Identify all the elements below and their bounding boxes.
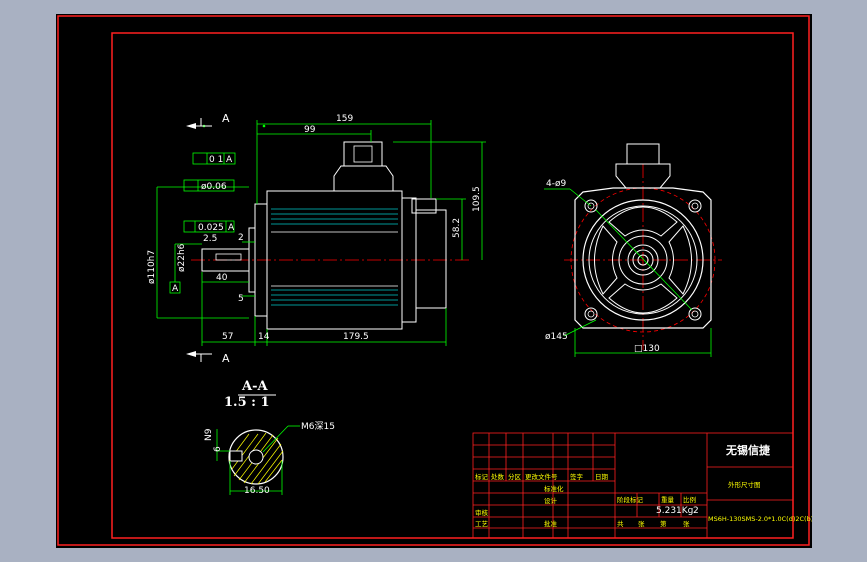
- section-scale: 1.5 : 1: [224, 395, 270, 410]
- mass-label: 重量: [661, 496, 675, 504]
- row-label-5: 日期: [595, 473, 609, 481]
- tol-runout: 0.025: [198, 223, 224, 233]
- weight-value: 5.231Kg: [656, 506, 693, 516]
- dim-57: 57: [222, 332, 233, 342]
- dim-2-5: 2.5: [203, 234, 217, 244]
- dim-109-5: 109.5: [472, 186, 482, 212]
- row-label-1: 处数: [491, 472, 505, 481]
- drawing-name: 外形尺寸图: [728, 480, 761, 489]
- dim-holes: 4-ø9: [546, 179, 566, 189]
- sheet-label: 张: [638, 519, 645, 528]
- section-thread: M6深15: [301, 421, 335, 432]
- tol-concentricity: ø0.06: [201, 182, 227, 192]
- design-label: 设计: [544, 496, 558, 505]
- section-dim-n: N9: [204, 428, 214, 441]
- section-letter-bottom: A: [222, 352, 230, 365]
- check-label: 审核: [475, 508, 489, 517]
- row-label-4: 签字: [570, 472, 584, 481]
- datum-a: A: [172, 284, 179, 294]
- model-code: MS6H-130SMS-2.0*1.0C(d)2C(b)-2.0kW-3000: [708, 515, 812, 523]
- sheet-num-suffix: 张: [683, 519, 690, 528]
- dim-5: 5: [238, 294, 244, 304]
- scale-value: 2: [693, 506, 699, 516]
- tol-datum-1: A: [226, 155, 233, 165]
- row-label-3: 更改文件号: [525, 472, 558, 481]
- standard-label: 标准化: [544, 484, 564, 493]
- dim-58-2: 58.2: [452, 218, 462, 238]
- tol-datum-2: A: [228, 223, 235, 233]
- dim-14: 14: [258, 332, 270, 342]
- row-label-0: 标记: [475, 472, 489, 481]
- dim-shaft-dia: ø22h6: [177, 243, 187, 272]
- sheet-num-label: 第: [660, 519, 667, 528]
- dim-2: 2: [238, 233, 244, 243]
- stage-label: 阶段标记: [617, 495, 644, 504]
- dim-40: 40: [216, 273, 228, 283]
- tol-perpendicularity: 0 1: [209, 155, 223, 165]
- dim-spigot-dia: ø110h7: [147, 250, 157, 284]
- dim-99: 99: [304, 125, 316, 135]
- ratio-label: 比例: [683, 495, 696, 504]
- dim-179-5: 179.5: [343, 332, 369, 342]
- section-letter-top: A: [222, 112, 230, 125]
- section-dim-6: 6: [213, 446, 223, 452]
- company-name: 无锡信捷: [725, 443, 771, 457]
- dim-159: 159: [336, 114, 353, 124]
- section-dim-width: 16.50: [244, 486, 270, 496]
- dim-square: □130: [634, 344, 660, 354]
- dim-pcd: ø145: [545, 332, 568, 342]
- process-label: 工艺: [475, 520, 489, 528]
- sheet-total-label: 共: [617, 519, 624, 528]
- approve-label: 批准: [544, 519, 558, 528]
- section-title: A-A: [241, 379, 268, 394]
- drawing-canvas: A A 159 99 109.5 58.2 57 14 179.5 40 2 5…: [56, 14, 812, 548]
- row-label-2: 分区: [508, 472, 522, 481]
- text-layer: A A 159 99 109.5 58.2 57 14 179.5 40 2 5…: [147, 112, 812, 528]
